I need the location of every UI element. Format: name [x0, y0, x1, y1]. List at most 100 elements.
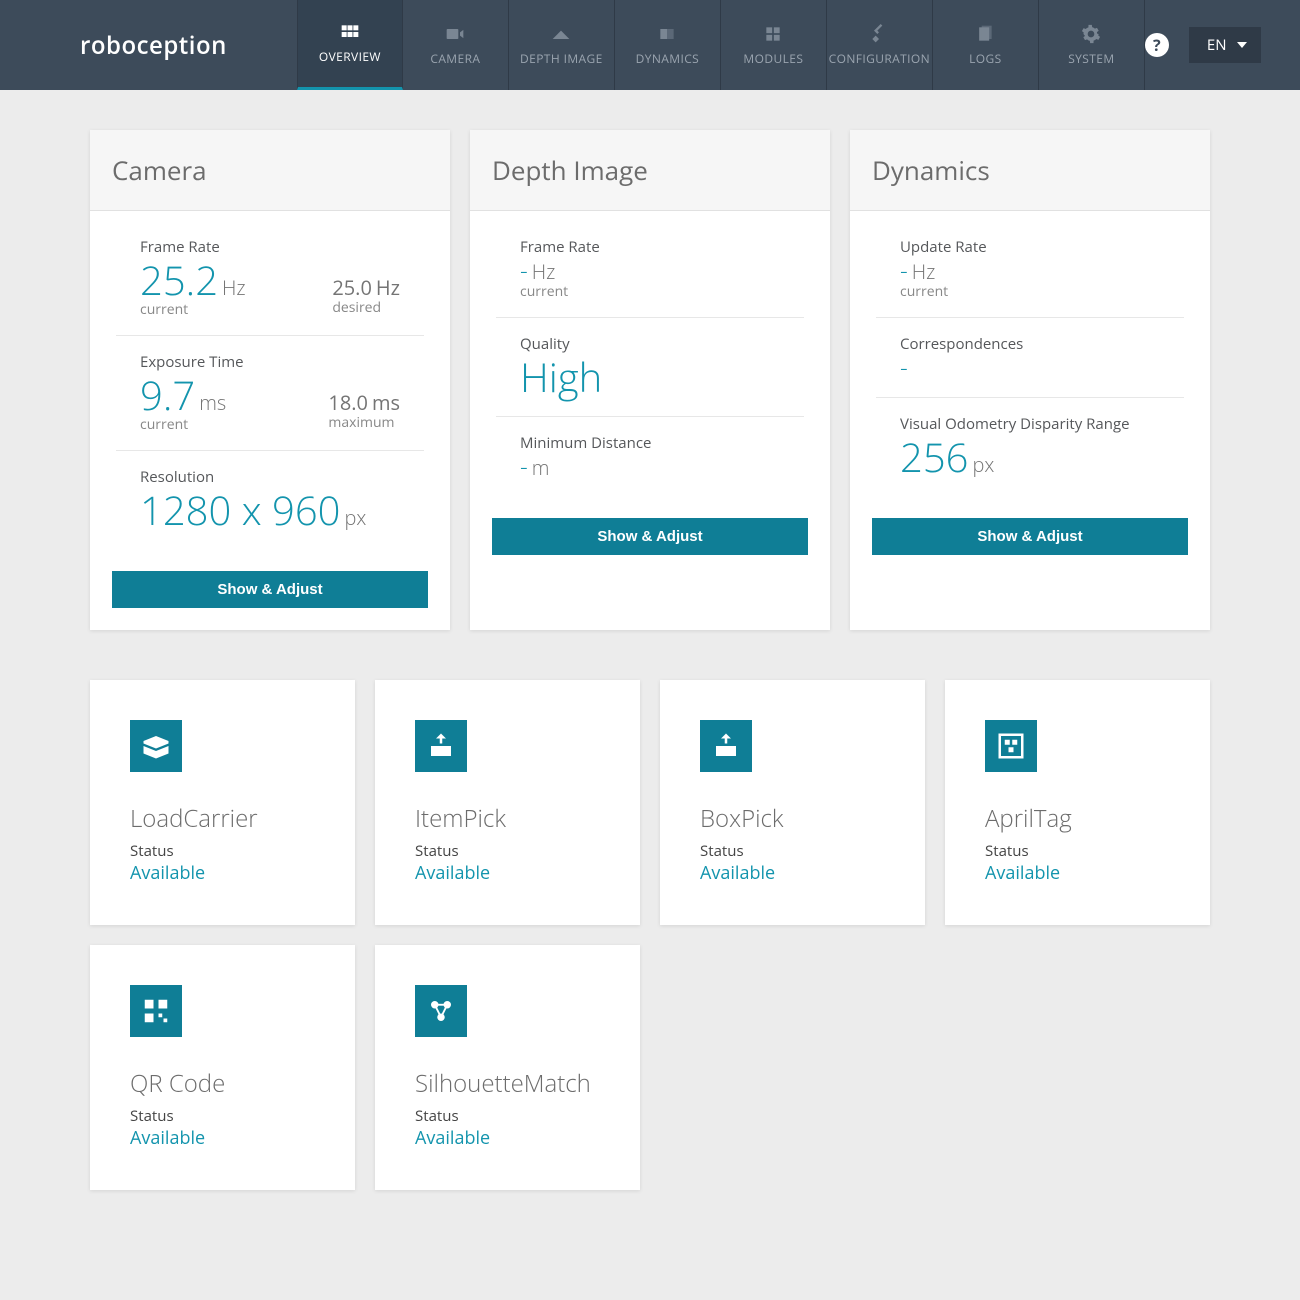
nav-overview[interactable]: OVERVIEW	[297, 0, 403, 90]
correspondences-value: -	[900, 354, 908, 382]
nav-depth-label: DEPTH IMAGE	[520, 50, 603, 67]
nav-modules[interactable]: MODULES	[721, 0, 827, 90]
panel-camera-title: Camera	[90, 130, 450, 211]
module-status-label: Status	[130, 1106, 315, 1126]
module-title: QR Code	[130, 1067, 315, 1100]
metric-exposure: Exposure Time 9.7 ms current 18.0	[116, 336, 424, 451]
update-rate-sub: current	[900, 282, 1160, 301]
frame-rate-desired-sub: desired	[332, 298, 400, 317]
nav-camera[interactable]: CAMERA	[403, 0, 509, 90]
panel-camera: Camera Frame Rate 25.2 Hz current	[90, 130, 450, 630]
nav-depth[interactable]: DEPTH IMAGE	[509, 0, 615, 90]
depth-icon	[549, 24, 573, 44]
panel-dynamics: Dynamics Update Rate - Hz current Corres…	[850, 130, 1210, 630]
exposure-max-sub: maximum	[328, 413, 400, 432]
help-button[interactable]: ?	[1145, 33, 1169, 57]
frame-rate-unit: Hz	[222, 276, 246, 299]
metric-quality: Quality High	[496, 318, 804, 417]
exposure-max-value: 18.0	[328, 389, 368, 416]
dynamics-show-adjust-button[interactable]: Show & Adjust	[872, 518, 1188, 555]
nav-overview-label: OVERVIEW	[319, 48, 381, 65]
silhouettematch-icon	[415, 985, 467, 1037]
module-loadcarrier[interactable]: LoadCarrier Status Available	[90, 680, 355, 925]
depth-fr-value: -	[520, 257, 528, 285]
module-status-value: Available	[700, 861, 885, 885]
metric-vodr: Visual Odometry Disparity Range 256 px	[876, 398, 1184, 496]
module-status-label: Status	[700, 841, 885, 861]
exposure-unit: ms	[199, 391, 226, 414]
module-boxpick[interactable]: BoxPick Status Available	[660, 680, 925, 925]
frame-rate-desired-value: 25.0	[332, 274, 372, 301]
depth-fr-sub: current	[520, 282, 780, 301]
itempick-icon	[415, 720, 467, 772]
module-status-label: Status	[130, 841, 315, 861]
module-status-value: Available	[415, 1126, 600, 1150]
metric-resolution: Resolution 1280 x 960 px	[116, 451, 424, 549]
nav-modules-label: MODULES	[743, 50, 803, 67]
tools-icon	[867, 24, 891, 44]
update-rate-unit: Hz	[912, 260, 936, 283]
grid-icon	[338, 22, 362, 42]
language-label: EN	[1207, 35, 1227, 55]
module-title: BoxPick	[700, 802, 885, 835]
module-status-label: Status	[985, 841, 1170, 861]
nav-items: OVERVIEW CAMERA DEPTH IMAGE DYNAMICS MOD…	[297, 0, 1145, 90]
quality-value: High	[520, 354, 602, 400]
camera-show-adjust-button[interactable]: Show & Adjust	[112, 571, 428, 608]
nav-logs-label: LOGS	[969, 50, 1002, 67]
mindist-value: -	[520, 453, 528, 481]
mindist-unit: m	[532, 456, 550, 479]
dynamics-icon	[655, 24, 679, 44]
module-apriltag[interactable]: AprilTag Status Available	[945, 680, 1210, 925]
metric-update-rate: Update Rate - Hz current	[876, 221, 1184, 318]
nav-configuration-label: CONFIGURATION	[829, 50, 930, 67]
modules-icon	[761, 24, 785, 44]
modules-grid: LoadCarrier Status Available ItemPick St…	[90, 680, 1210, 1190]
metric-frame-rate: Frame Rate 25.2 Hz current 25.0	[116, 221, 424, 336]
module-silhouettematch[interactable]: SilhouetteMatch Status Available	[375, 945, 640, 1190]
qrcode-icon	[130, 985, 182, 1037]
module-title: LoadCarrier	[130, 802, 315, 835]
language-select[interactable]: EN	[1189, 27, 1261, 63]
loadcarrier-icon	[130, 720, 182, 772]
top-nav: roboception OVERVIEW CAMERA DEPTH IMAGE …	[0, 0, 1300, 90]
module-title: SilhouetteMatch	[415, 1067, 600, 1100]
exposure-value: 9.7	[140, 372, 195, 418]
update-rate-label: Update Rate	[900, 237, 1160, 257]
nav-dynamics-label: DYNAMICS	[636, 50, 700, 67]
panel-depth: Depth Image Frame Rate - Hz current Qual…	[470, 130, 830, 630]
frame-rate-desired-unit: Hz	[376, 274, 400, 301]
camera-icon	[443, 24, 467, 44]
depth-fr-label: Frame Rate	[520, 237, 780, 257]
nav-configuration[interactable]: CONFIGURATION	[827, 0, 933, 90]
exposure-max-unit: ms	[372, 389, 400, 416]
nav-dynamics[interactable]: DYNAMICS	[615, 0, 721, 90]
metric-depth-frame-rate: Frame Rate - Hz current	[496, 221, 804, 318]
depth-show-adjust-button[interactable]: Show & Adjust	[492, 518, 808, 555]
module-itempick[interactable]: ItemPick Status Available	[375, 680, 640, 925]
panel-dynamics-title: Dynamics	[850, 130, 1210, 211]
update-rate-value: -	[900, 257, 908, 285]
logs-icon	[973, 24, 997, 44]
module-status-value: Available	[985, 861, 1170, 885]
nav-logs[interactable]: LOGS	[933, 0, 1039, 90]
frame-rate-value: 25.2	[140, 257, 218, 303]
panel-depth-title: Depth Image	[470, 130, 830, 211]
apriltag-icon	[985, 720, 1037, 772]
vodr-unit: px	[973, 453, 995, 476]
module-title: ItemPick	[415, 802, 600, 835]
metric-mindist: Minimum Distance - m	[496, 417, 804, 497]
module-qrcode[interactable]: QR Code Status Available	[90, 945, 355, 1190]
resolution-unit: px	[345, 506, 367, 529]
depth-fr-unit: Hz	[532, 260, 556, 283]
frame-rate-sub: current	[140, 300, 318, 319]
exposure-sub: current	[140, 415, 314, 434]
chevron-down-icon	[1237, 42, 1247, 48]
boxpick-icon	[700, 720, 752, 772]
nav-system[interactable]: SYSTEM	[1039, 0, 1145, 90]
brand: roboception	[80, 0, 227, 90]
metric-correspondences: Correspondences -	[876, 318, 1184, 399]
module-status-label: Status	[415, 841, 600, 861]
resolution-value: 1280 x 960	[140, 487, 341, 533]
correspondences-label: Correspondences	[900, 334, 1160, 354]
